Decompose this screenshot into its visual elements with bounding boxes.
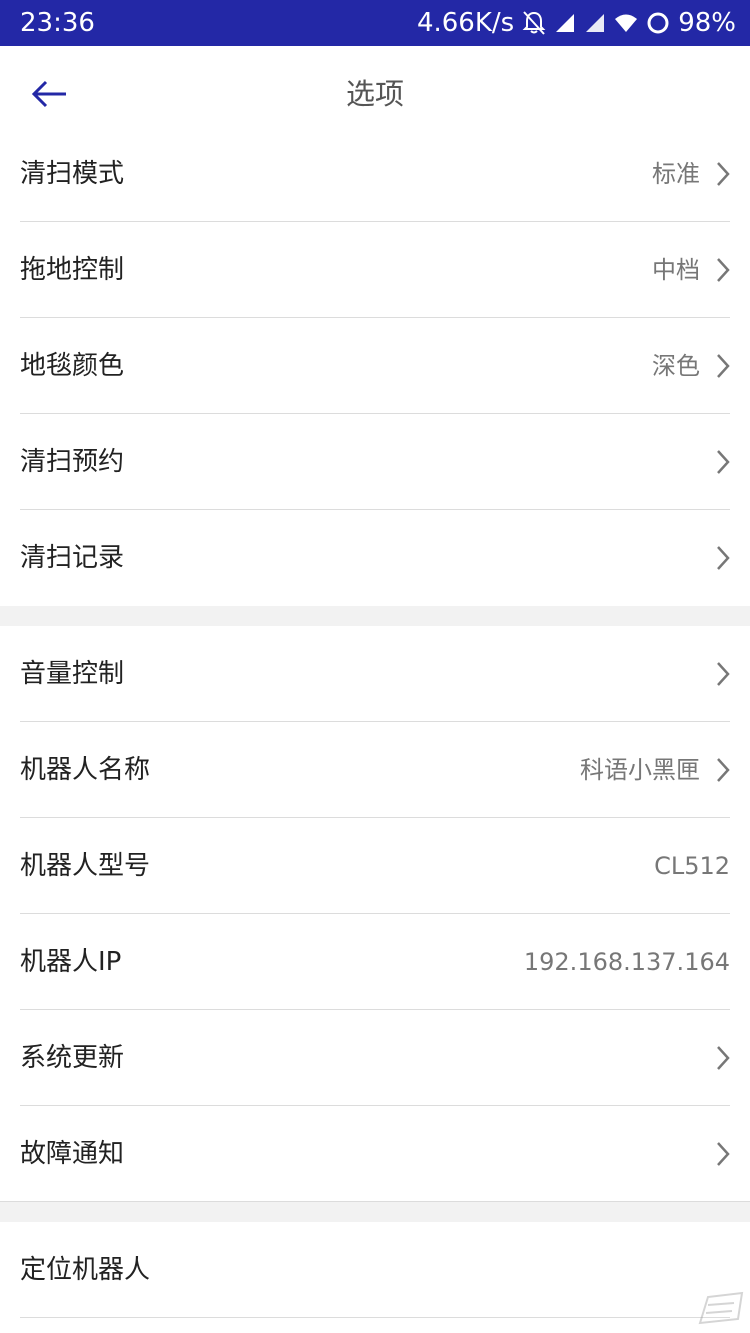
option-clean-schedule[interactable]: 清扫预约 [20,414,730,510]
option-label: 机器人型号 [20,851,151,881]
option-label: 地毯颜色 [20,351,125,381]
option-value: 标准 [652,160,700,188]
option-value: 科语小黑匣 [580,756,700,784]
option-value: 中档 [652,256,700,284]
option-label: 定位机器人 [20,1255,151,1285]
options-group-cleaning: 清扫模式 标准 拖地控制 中档 地毯颜色 深色 清扫预约 清扫记录 [0,126,750,606]
chevron-right-icon [716,757,730,783]
chevron-right-icon [716,545,730,571]
option-value: CL512 [654,852,730,880]
option-clean-history[interactable]: 清扫记录 [20,510,730,606]
status-bar: 23:36 4.66K/s 98% [0,0,750,46]
group-separator [0,606,750,626]
option-value: 192.168.137.164 [523,948,730,976]
page-title: 选项 [345,77,404,111]
option-label: 机器人IP [20,947,122,977]
chevron-right-icon [716,257,730,283]
watermark-logo-icon [698,1291,744,1325]
chevron-right-icon [716,353,730,379]
chevron-right-icon [716,449,730,475]
option-label: 清扫预约 [20,447,125,477]
option-label: 故障通知 [20,1139,125,1169]
chevron-right-icon [716,661,730,687]
option-label: 音量控制 [20,659,125,689]
signal-icon [584,12,606,34]
battery-ring-icon [646,11,670,35]
bell-off-icon [522,10,546,36]
option-label: 拖地控制 [20,255,125,285]
option-mop-control[interactable]: 拖地控制 中档 [20,222,730,318]
option-label: 清扫模式 [20,159,125,189]
chevron-right-icon [716,1045,730,1071]
net-speed: 4.66K/s [416,8,515,38]
wifi-icon [614,12,638,34]
option-carpet-color[interactable]: 地毯颜色 深色 [20,318,730,414]
status-icons: 4.66K/s 98% [417,7,736,39]
option-system-update[interactable]: 系统更新 [20,1010,730,1106]
status-time: 23:36 [20,8,95,38]
option-value: 深色 [652,352,700,380]
options-group-locate: 定位机器人 [0,1222,750,1318]
option-robot-ip: 机器人IP 192.168.137.164 [20,914,730,1010]
options-group-robot: 音量控制 机器人名称 科语小黑匣 机器人型号 CL512 机器人IP 192.1… [0,626,750,1202]
group-separator [0,1202,750,1222]
option-robot-name[interactable]: 机器人名称 科语小黑匣 [20,722,730,818]
option-robot-model: 机器人型号 CL512 [20,818,730,914]
option-label: 清扫记录 [20,543,125,573]
option-volume-control[interactable]: 音量控制 [20,626,730,722]
battery-percent: 98% [678,8,736,38]
option-label: 机器人名称 [20,755,151,785]
option-fault-notice[interactable]: 故障通知 [0,1106,750,1202]
chevron-right-icon [716,1141,730,1167]
chevron-right-icon [716,161,730,187]
option-locate-robot[interactable]: 定位机器人 [20,1222,730,1318]
option-label: 系统更新 [20,1043,125,1073]
options-list: 清扫模式 标准 拖地控制 中档 地毯颜色 深色 清扫预约 清扫记录 音量控制 机… [0,126,750,1318]
signal-icon [554,12,576,34]
option-clean-mode[interactable]: 清扫模式 标准 [20,126,730,222]
